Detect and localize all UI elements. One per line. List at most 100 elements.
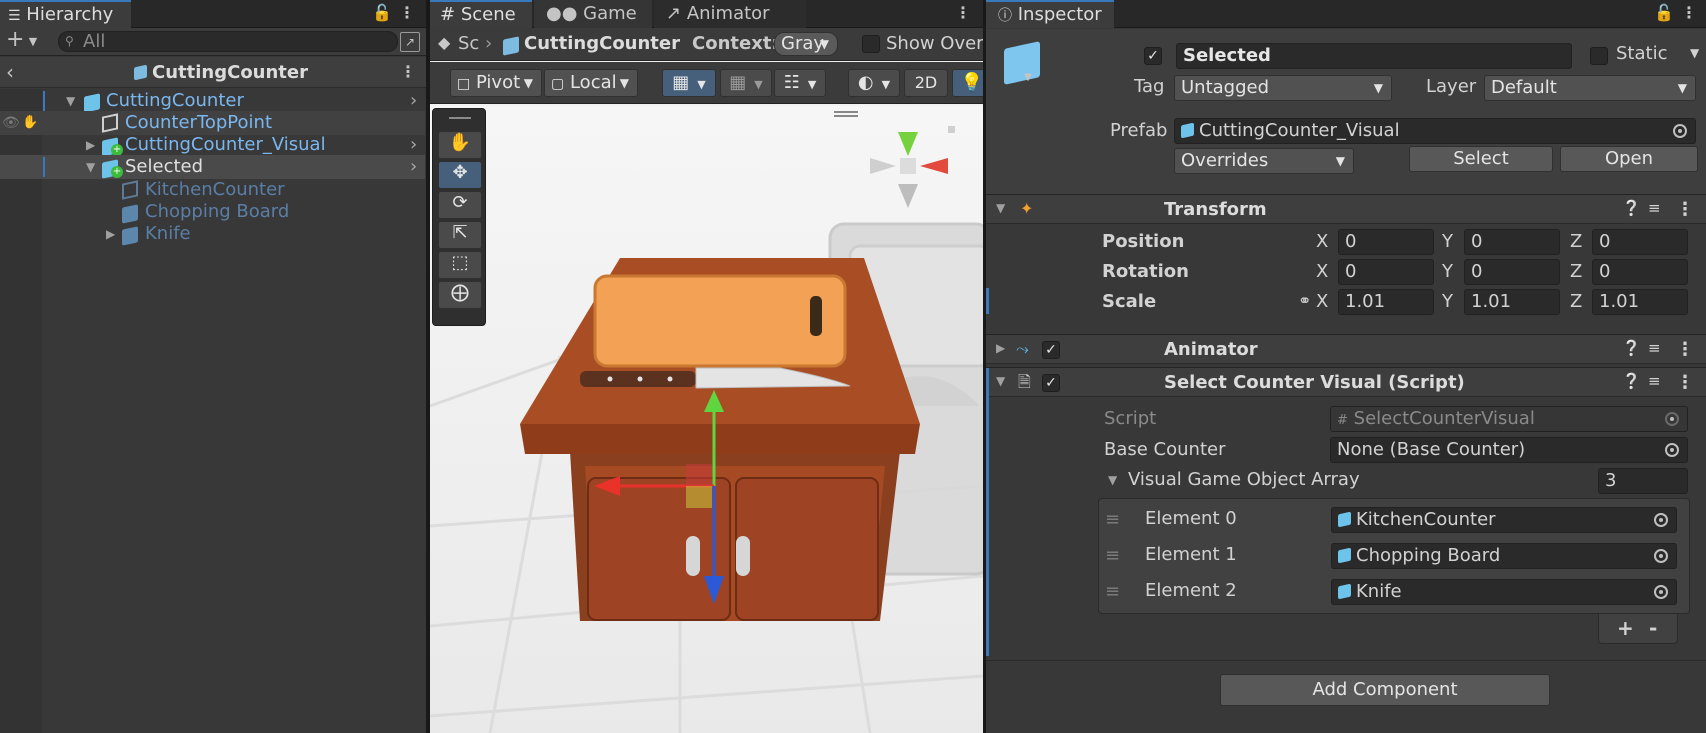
layer-dropdown[interactable]: Default ▼ (1484, 75, 1696, 101)
more-menu-icon[interactable]: ⋮ (398, 4, 416, 22)
chevron-right-icon[interactable]: › (410, 133, 417, 157)
move-tool-button[interactable]: ✥ (438, 161, 482, 189)
rotate-tool-button[interactable]: ⟳ (438, 191, 482, 219)
foldout-arrow-icon[interactable]: ▼ (996, 201, 1005, 215)
position-y-field[interactable]: 0 (1464, 229, 1560, 255)
ruler-toggle[interactable]: ☷ ▼ (774, 69, 826, 97)
breadcrumb-root[interactable]: Sc (458, 33, 479, 54)
tag-dropdown[interactable]: Untagged ▼ (1174, 75, 1392, 101)
animator-header[interactable]: ▶ ⤳ ✓ Animator ❔ ≡ ⋮ (986, 334, 1706, 364)
tree-row-cuttingcounter[interactable]: ▼ CuttingCounter › (0, 89, 425, 113)
tab-animator[interactable]: ↗ Animator (654, 0, 806, 28)
breadcrumb-current[interactable]: CuttingCounter (524, 33, 680, 54)
transform-header[interactable]: ▼ ✦ Transform ❔ ≡ ⋮ (986, 194, 1706, 224)
component-menu-icon[interactable]: ⋮ (1676, 372, 1694, 393)
prefab-select-button[interactable]: Select (1409, 146, 1553, 172)
collapsed-arrow-icon[interactable]: ▶ (106, 222, 115, 246)
tree-row-countertoppoint[interactable]: 👁 ✋ CounterTopPoint (0, 111, 425, 135)
remove-element-button[interactable]: - (1649, 616, 1657, 640)
pivot-dropdown[interactable]: □ Pivot ▼ (450, 69, 542, 97)
draw-mode-dropdown[interactable]: ◐ ▼ (848, 69, 900, 97)
expand-arrow-icon[interactable]: ▼ (86, 155, 95, 179)
collapsed-arrow-icon[interactable]: ▶ (86, 133, 95, 157)
static-checkbox[interactable] (1590, 47, 1608, 65)
foldout-arrow-icon[interactable]: ▼ (996, 374, 1005, 388)
constrain-link-icon[interactable]: ⚭ (1298, 291, 1311, 310)
tree-row-selected[interactable]: ▼ + Selected › (0, 155, 425, 179)
scale-x-field[interactable]: 1.01 (1338, 289, 1434, 315)
object-picker-icon[interactable] (1654, 585, 1668, 599)
chevron-right-icon[interactable]: › (410, 155, 417, 179)
object-picker-icon[interactable] (1654, 549, 1668, 563)
panel-divider[interactable] (426, 0, 430, 733)
chevron-right-icon[interactable]: › (410, 89, 417, 113)
rotation-y-field[interactable]: 0 (1464, 259, 1560, 285)
component-menu-icon[interactable]: ⋮ (1676, 339, 1694, 360)
scale-z-field[interactable]: 1.01 (1592, 289, 1688, 315)
tree-row-chopping-board[interactable]: Chopping Board (0, 200, 425, 224)
base-counter-field[interactable]: None (Base Counter) (1330, 437, 1688, 463)
lock-icon[interactable]: 🔓 (372, 4, 392, 22)
prefab-open-button[interactable]: Open (1560, 146, 1698, 172)
help-icon[interactable]: ❔ (1622, 372, 1641, 390)
hand-tool-button[interactable]: ✋ (438, 131, 482, 159)
expand-window-icon[interactable]: ↗ (400, 32, 420, 52)
tab-inspector[interactable]: ⓘ Inspector (986, 0, 1114, 28)
rotation-z-field[interactable]: 0 (1592, 259, 1688, 285)
drag-handle-icon[interactable]: ≡ (1105, 545, 1120, 566)
overrides-dropdown[interactable]: Overrides ▼ (1174, 148, 1354, 174)
element-2-field[interactable]: Knife (1331, 579, 1677, 605)
script-header[interactable]: ▼ 🗎 ✓ Select Counter Visual (Script) ❔ ≡… (986, 367, 1706, 398)
visibility-eye-icon[interactable]: 👁 (2, 111, 20, 135)
drag-handle-icon[interactable]: ≡ (1105, 581, 1120, 602)
scale-y-field[interactable]: 1.01 (1464, 289, 1560, 315)
local-dropdown[interactable]: ▢ Local ▼ (544, 69, 638, 97)
object-name-field[interactable]: Selected (1176, 43, 1572, 69)
more-menu-icon[interactable]: ⋮ (1680, 4, 1698, 22)
tree-row-cuttingcounter-visual[interactable]: ▶ + CuttingCounter_Visual › (0, 133, 425, 157)
lighting-toggle[interactable]: 💡 (952, 69, 983, 97)
increment-snap-toggle[interactable]: ▦ ▼ (720, 69, 772, 97)
header-more-icon[interactable]: ⋮ (399, 63, 417, 81)
back-arrow-icon[interactable]: ‹ (2, 62, 18, 82)
scene-viewport[interactable]: ✋ ✥ ⟳ ⇱ ⬚ ⨁ (430, 106, 983, 733)
mode-2d-button[interactable]: 2D (904, 69, 948, 97)
static-dropdown-icon[interactable]: ▼ (1690, 46, 1699, 60)
show-overrides-checkbox[interactable] (862, 35, 880, 53)
transform-tool-button[interactable]: ⨁ (438, 281, 482, 309)
active-checkbox[interactable]: ✓ (1144, 47, 1162, 65)
element-0-field[interactable]: KitchenCounter (1331, 507, 1677, 533)
tab-hierarchy[interactable]: ☰ Hierarchy (0, 0, 131, 28)
grid-snap-toggle[interactable]: ▦ ▼ (662, 69, 716, 97)
object-picker-icon[interactable] (1665, 443, 1679, 457)
lock-icon[interactable]: 🔓 (1654, 4, 1674, 22)
rotation-x-field[interactable]: 0 (1338, 259, 1434, 285)
add-icon[interactable]: + (6, 29, 24, 51)
tree-row-kitchencounter[interactable]: KitchenCounter (0, 178, 425, 202)
presets-icon[interactable]: ≡ (1648, 339, 1661, 357)
element-1-field[interactable]: Chopping Board (1331, 543, 1677, 569)
animator-enabled-checkbox[interactable]: ✓ (1042, 341, 1060, 359)
help-icon[interactable]: ❔ (1622, 199, 1641, 217)
add-dropdown-icon[interactable]: ▼ (26, 33, 40, 51)
drag-handle-icon[interactable]: ≡ (1105, 509, 1120, 530)
icon-dropdown-arrow[interactable]: ▼ (1022, 69, 1034, 87)
add-element-button[interactable]: + (1617, 616, 1634, 640)
rect-tool-button[interactable]: ⬚ (438, 251, 482, 279)
panel-divider[interactable] (983, 0, 986, 733)
help-icon[interactable]: ❔ (1622, 339, 1641, 357)
script-enabled-checkbox[interactable]: ✓ (1042, 374, 1060, 392)
tree-row-knife[interactable]: ▶ Knife (0, 222, 425, 246)
prefab-field[interactable]: CuttingCounter_Visual (1174, 118, 1696, 144)
context-dropdown[interactable]: Gray ▼ (774, 32, 838, 56)
object-picker-icon[interactable] (1654, 513, 1668, 527)
expand-arrow-icon[interactable]: ▼ (66, 89, 75, 113)
presets-icon[interactable]: ≡ (1648, 372, 1661, 390)
tab-scene[interactable]: # Scene (430, 0, 532, 28)
position-z-field[interactable]: 0 (1592, 229, 1688, 255)
position-x-field[interactable]: 0 (1338, 229, 1434, 255)
object-picker-icon[interactable] (1673, 124, 1687, 138)
tab-game[interactable]: ●● Game (534, 0, 652, 28)
array-foldout-icon[interactable]: ▼ (1108, 473, 1117, 487)
add-component-button[interactable]: Add Component (1220, 674, 1550, 706)
